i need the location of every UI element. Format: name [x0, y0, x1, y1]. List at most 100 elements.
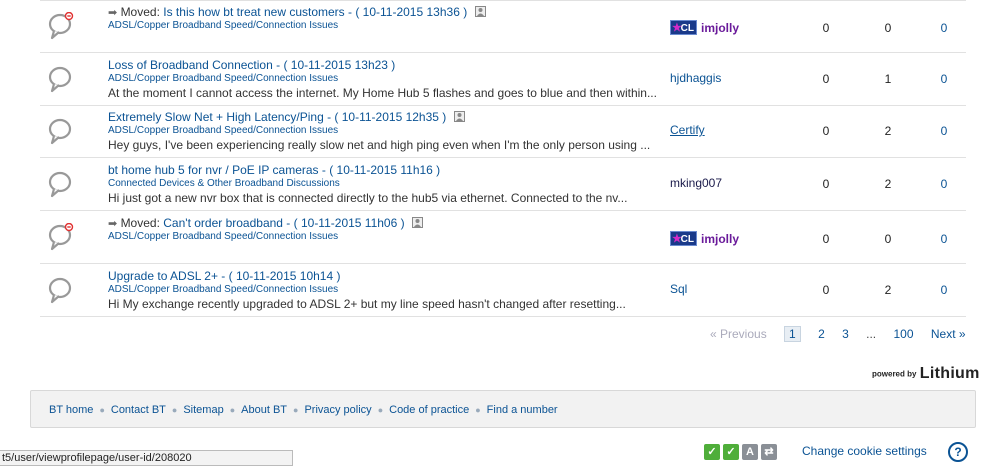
- thread-subject: bt home hub 5 for nvr / PoE IP cameras -…: [108, 162, 668, 206]
- pagination-page-2[interactable]: 2: [818, 327, 825, 341]
- thread-title-line: bt home hub 5 for nvr / PoE IP cameras -…: [108, 162, 668, 178]
- board-link[interactable]: ADSL/Copper Broadband Speed/Connection I…: [108, 73, 668, 85]
- thread-title-link[interactable]: Upgrade to ADSL 2+ - ( 10-11-2015 10h14 …: [108, 269, 340, 283]
- footer-separator: ●: [99, 405, 105, 415]
- thread-row: ➡ Moved: Is this how bt treat new custom…: [40, 0, 966, 53]
- thread-title-link[interactable]: Can't order broadband - ( 10-11-2015 11h…: [163, 216, 404, 230]
- footer-link-sitemap[interactable]: Sitemap: [183, 404, 223, 416]
- thread-title-line: ➡ Moved: Is this how bt treat new custom…: [108, 4, 668, 20]
- board-link[interactable]: Connected Devices & Other Broadband Disc…: [108, 178, 668, 190]
- profile-card-icon: [474, 5, 486, 21]
- thread-subject: ➡ Moved: Can't order broadband - ( 10-11…: [108, 215, 668, 243]
- author-name: mking007: [670, 176, 723, 190]
- reply-count: 0: [822, 21, 830, 35]
- kudos-count: 0: [884, 21, 892, 35]
- thread-author[interactable]: hjdhaggis: [670, 71, 721, 85]
- view-count[interactable]: 0: [934, 124, 954, 138]
- thread-title-link[interactable]: Loss of Broadband Connection - ( 10-11-2…: [108, 58, 395, 72]
- footer-link-about-bt[interactable]: About BT: [241, 404, 287, 416]
- moved-label: Moved:: [120, 5, 160, 19]
- powered-by-label: powered by: [872, 369, 917, 379]
- board-link[interactable]: ADSL/Copper Broadband Speed/Connection I…: [108, 231, 668, 243]
- chat-bubble-icon: [48, 276, 74, 304]
- reply-count: 0: [822, 72, 830, 86]
- thread-author[interactable]: ★ CL imjolly: [670, 231, 740, 247]
- pagination-page-3[interactable]: 3: [842, 327, 849, 341]
- footer-links: BT home ● Contact BT ● Sitemap ● About BT ● Priv…: [49, 404, 558, 416]
- change-cookie-settings-link[interactable]: Change cookie settings: [802, 444, 927, 458]
- footer-link-privacy-policy[interactable]: Privacy policy: [304, 404, 371, 416]
- pagination-previous: « Previous: [710, 327, 767, 341]
- view-count[interactable]: 0: [934, 232, 954, 246]
- browser-status-bar-url: t5/user/viewprofilepage/user-id/208020: [0, 450, 293, 466]
- thread-row: Upgrade to ADSL 2+ - ( 10-11-2015 10h14 …: [40, 264, 966, 317]
- lithium-brand: Lithium: [919, 365, 980, 382]
- moved-label: Moved:: [120, 216, 160, 230]
- view-count[interactable]: 0: [934, 283, 954, 297]
- footer-separator: ●: [171, 405, 178, 415]
- thread-author[interactable]: Sql: [670, 282, 687, 296]
- chat-bubble-moved-icon: [48, 223, 74, 251]
- thread-preview: Hi My exchange recently upgraded to ADSL…: [108, 297, 626, 311]
- footer-separator: ●: [475, 405, 481, 415]
- author-name: imjolly: [701, 231, 740, 246]
- cookie-check-icon: ✓: [723, 444, 739, 460]
- pagination: « Previous 1 2 3 ... 100 Next »: [710, 326, 966, 342]
- thread-subject: Extremely Slow Net + High Latency/Ping -…: [108, 109, 668, 153]
- footer-link-bt-home[interactable]: BT home: [49, 404, 93, 416]
- thread-title-line: ➡ Moved: Can't order broadband - ( 10-11…: [108, 215, 668, 231]
- cookie-check-icon: ✓: [704, 444, 720, 460]
- board-link[interactable]: ADSL/Copper Broadband Speed/Connection I…: [108, 284, 668, 296]
- view-count[interactable]: 0: [934, 72, 954, 86]
- thread-author[interactable]: mking007: [670, 176, 722, 190]
- footer-link-contact-bt[interactable]: Contact BT: [111, 404, 166, 416]
- thread-preview: At the moment I cannot access the intern…: [108, 86, 657, 100]
- kudos-count: 2: [884, 124, 892, 138]
- thread-author[interactable]: Certify: [670, 123, 705, 137]
- chat-bubble-icon: [48, 117, 74, 145]
- thread-preview: Hey guys, I've been experiencing really …: [108, 138, 651, 152]
- pagination-next[interactable]: Next »: [931, 327, 966, 341]
- author-name: hjdhaggis: [670, 71, 722, 85]
- chat-bubble-icon: [48, 65, 74, 93]
- thread-title-line: Loss of Broadband Connection - ( 10-11-2…: [108, 57, 668, 73]
- community-leader-badge-icon: ★ CL: [670, 20, 697, 36]
- thread-title-link[interactable]: bt home hub 5 for nvr / PoE IP cameras -…: [108, 163, 440, 177]
- thread-author[interactable]: ★ CL imjolly: [670, 20, 739, 36]
- chat-bubble-moved-icon: [48, 12, 74, 40]
- thread-row: Loss of Broadband Connection - ( 10-11-2…: [40, 53, 966, 106]
- help-icon[interactable]: ?: [948, 442, 968, 462]
- refresh-icon[interactable]: ⇄: [761, 444, 777, 460]
- footer-link-find-a-number[interactable]: Find a number: [487, 404, 558, 416]
- board-link[interactable]: ADSL/Copper Broadband Speed/Connection I…: [108, 125, 668, 137]
- footer-separator: ●: [377, 405, 384, 415]
- cookie-status-icons: ✓ ✓ A ⇄: [704, 444, 780, 460]
- powered-by-lithium-logo[interactable]: powered by Lithium: [872, 365, 980, 383]
- thread-row: Extremely Slow Net + High Latency/Ping -…: [40, 105, 966, 158]
- chat-bubble-icon: [48, 170, 74, 198]
- reply-count: 0: [822, 232, 830, 246]
- footer-link-code-of-practice[interactable]: Code of practice: [389, 404, 469, 416]
- view-count[interactable]: 0: [934, 177, 954, 191]
- font-size-icon[interactable]: A: [742, 444, 758, 460]
- thread-row: ➡ Moved: Can't order broadband - ( 10-11…: [40, 211, 966, 264]
- board-link[interactable]: ADSL/Copper Broadband Speed/Connection I…: [108, 20, 668, 32]
- thread-subject: ➡ Moved: Is this how bt treat new custom…: [108, 4, 668, 32]
- reply-count: 0: [822, 283, 830, 297]
- thread-title-line: Extremely Slow Net + High Latency/Ping -…: [108, 109, 668, 125]
- view-count[interactable]: 0: [934, 21, 954, 35]
- thread-subject: Upgrade to ADSL 2+ - ( 10-11-2015 10h14 …: [108, 268, 668, 312]
- thread-title-link[interactable]: Extremely Slow Net + High Latency/Ping -…: [108, 110, 446, 124]
- moved-arrow-icon: ➡: [108, 218, 118, 230]
- author-name: Certify: [670, 123, 705, 137]
- pagination-current-page: 1: [784, 326, 801, 342]
- kudos-count: 0: [884, 232, 892, 246]
- author-name: Sql: [670, 282, 688, 296]
- kudos-count: 1: [884, 72, 892, 86]
- site-footer: BT home ● Contact BT ● Sitemap ● About BT ● Priv…: [30, 390, 976, 428]
- pagination-page-last[interactable]: 100: [894, 327, 914, 341]
- moved-arrow-icon: ➡: [108, 7, 118, 19]
- thread-title-link[interactable]: Is this how bt treat new customers - ( 1…: [163, 5, 467, 19]
- profile-card-icon: [411, 216, 423, 232]
- thread-preview: Hi just got a new nvr box that is connec…: [108, 191, 628, 205]
